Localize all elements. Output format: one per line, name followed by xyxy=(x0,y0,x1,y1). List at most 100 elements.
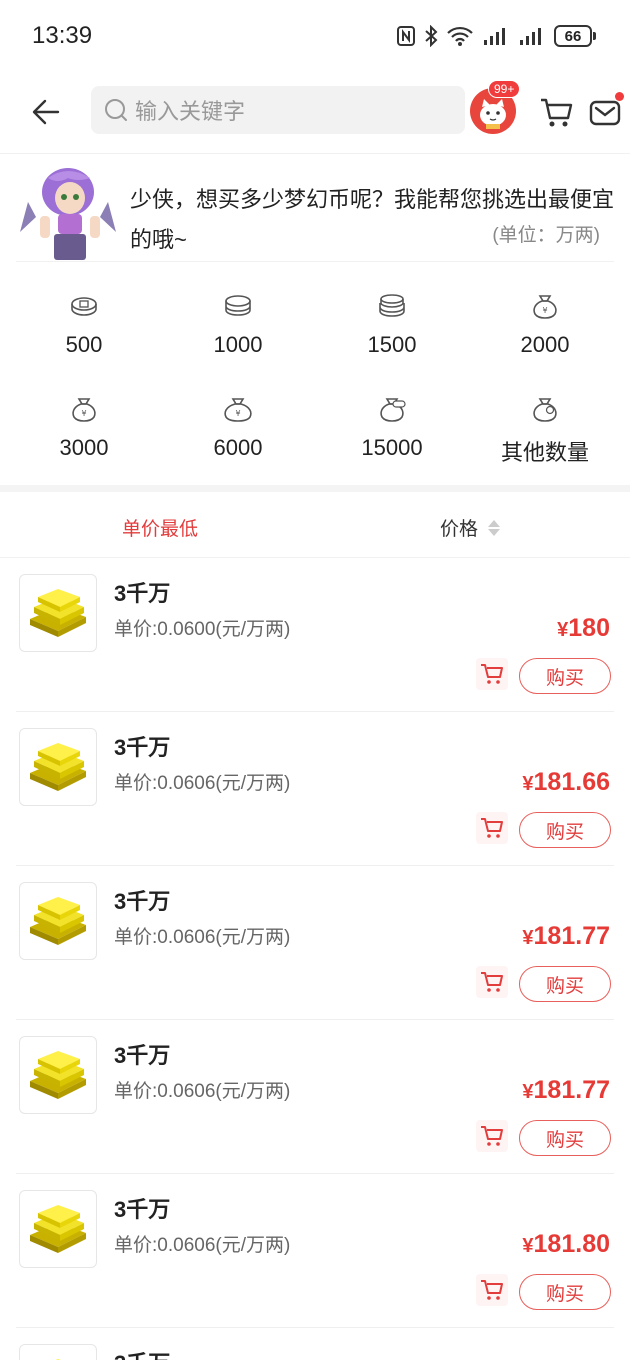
quantity-option-15000[interactable]: 15000 xyxy=(315,377,469,467)
svg-text:¥: ¥ xyxy=(81,409,86,418)
buy-button[interactable]: 购买 xyxy=(519,812,611,848)
svg-text:¥: ¥ xyxy=(542,306,547,315)
quantity-option-3000[interactable]: ¥ 3000 xyxy=(7,377,161,467)
add-to-cart-button[interactable] xyxy=(476,1120,508,1152)
battery-icon: 66 xyxy=(554,25,596,47)
signal-icon-2 xyxy=(520,28,541,45)
sort-bar: 单价最低 价格 xyxy=(0,492,630,558)
currency-symbol: ¥ xyxy=(522,1081,534,1103)
product-price: ¥181.66 xyxy=(522,768,610,797)
status-bar: 13:39 66 xyxy=(0,0,630,72)
wifi-icon xyxy=(447,26,473,46)
search-placeholder: 输入关键字 xyxy=(135,99,246,124)
quantity-grid: 500 1000 1500 ¥ 2000 ¥ 3000 ¥ 6000 15000… xyxy=(0,274,630,480)
product-thumbnail xyxy=(19,1190,97,1268)
gold-bar-icon xyxy=(30,589,86,637)
search-input[interactable]: 输入关键字 xyxy=(91,86,465,134)
add-to-cart-button[interactable] xyxy=(476,966,508,998)
add-to-cart-button[interactable] xyxy=(476,1274,508,1306)
unread-dot xyxy=(615,92,624,101)
add-to-cart-button[interactable] xyxy=(476,812,508,844)
quantity-label: 2000 xyxy=(520,332,570,357)
price-value: 181.77 xyxy=(533,922,610,950)
unit-price: 单价:0.0600(元/万两) xyxy=(114,619,291,640)
quantity-label: 15000 xyxy=(361,435,423,460)
intro-banner: 少侠，想买多少梦幻币呢？我能帮您挑选出最便宜的哦~ (单位：万两) xyxy=(16,156,614,262)
gold-bar-icon xyxy=(30,1205,86,1253)
quantity-label: 500 xyxy=(65,332,103,357)
unit-price: 单价:0.0606(元/万两) xyxy=(114,1235,291,1256)
buy-button[interactable]: 购买 xyxy=(519,966,611,1002)
product-thumbnail xyxy=(19,1036,97,1114)
add-to-cart-icon xyxy=(481,1280,503,1300)
currency-symbol: ¥ xyxy=(522,773,534,795)
product-price: ¥181.77 xyxy=(522,1076,610,1105)
product-row[interactable]: 3千万单价:0.0600(元/万两) ¥180 购买 xyxy=(16,558,614,712)
section-divider xyxy=(0,485,630,492)
product-row[interactable]: 3千万 xyxy=(16,1328,614,1360)
buy-button[interactable]: 购买 xyxy=(519,1120,611,1156)
coin-stack-icon xyxy=(379,294,405,317)
message-button[interactable] xyxy=(588,92,624,132)
sort-by-price[interactable]: 价格 xyxy=(440,514,501,541)
unit-price: 单价:0.0606(元/万两) xyxy=(114,1081,291,1102)
quantity-option-1000[interactable]: 1000 xyxy=(161,274,315,364)
search-icon xyxy=(105,99,127,121)
unit-price: 单价:0.0606(元/万两) xyxy=(114,927,291,948)
product-title: 3千万 xyxy=(114,889,171,914)
status-time: 13:39 xyxy=(32,22,93,49)
unit-price: 单价:0.0606(元/万两) xyxy=(114,773,291,794)
quantity-label: 1000 xyxy=(213,332,263,357)
currency-symbol: ¥ xyxy=(522,1235,534,1257)
quantity-label: 6000 xyxy=(213,435,263,460)
product-list: 3千万 单价:0.0600(元/万两) ¥180 购买 3千万 单价:0.0606(元/万… xyxy=(0,558,630,1360)
cart-button[interactable] xyxy=(536,92,576,132)
add-to-cart-button[interactable] xyxy=(476,658,508,690)
quantity-option-other[interactable]: 其他数量 xyxy=(468,377,622,467)
quantity-label: 3000 xyxy=(59,435,109,460)
mail-icon xyxy=(589,100,621,126)
currency-symbol: ¥ xyxy=(557,619,569,641)
quantity-option-500[interactable]: 500 xyxy=(7,274,161,364)
product-row[interactable]: 3千万 单价:0.0606(元/万两) ¥181.77 购买 xyxy=(16,1020,614,1174)
buy-button[interactable]: 购买 xyxy=(519,658,611,694)
status-icons: 66 xyxy=(396,22,596,50)
back-button[interactable] xyxy=(26,92,66,132)
product-title: 3千万 xyxy=(114,1197,171,1222)
product-thumbnail xyxy=(19,728,97,806)
price-value: 181.80 xyxy=(533,1230,610,1258)
coin-stack-icon xyxy=(225,295,251,316)
battery-level: 66 xyxy=(554,25,592,47)
money-bag-icon xyxy=(380,398,406,422)
quantity-label: 其他数量 xyxy=(500,440,589,465)
money-bag-icon xyxy=(533,398,557,422)
avatar-button[interactable]: 99+ xyxy=(470,80,521,134)
sort-lowest-unit-price[interactable]: 单价最低 xyxy=(122,514,198,541)
add-to-cart-icon xyxy=(481,664,503,684)
product-thumbnail xyxy=(19,574,97,652)
character-mascot-icon xyxy=(20,168,116,260)
quantity-option-2000[interactable]: ¥ 2000 xyxy=(468,274,622,364)
buy-button[interactable]: 购买 xyxy=(519,1274,611,1310)
quantity-option-6000[interactable]: ¥ 6000 xyxy=(161,377,315,467)
quantity-option-1500[interactable]: 1500 xyxy=(315,274,469,364)
price-value: 181.66 xyxy=(533,768,610,796)
product-row[interactable]: 3千万单价:0.0606(元/万两) ¥181.80 购买 xyxy=(16,1174,614,1328)
gold-bar-icon xyxy=(55,1359,61,1360)
unit-note: (单位：万两) xyxy=(492,225,600,246)
add-to-cart-icon xyxy=(481,972,503,992)
header: 输入关键字 99+ xyxy=(0,72,630,154)
product-price: ¥181.80 xyxy=(522,1230,610,1259)
product-thumbnail xyxy=(19,1344,97,1360)
product-row[interactable]: 3千万 单价:0.0606(元/万两) ¥181.66 购买 xyxy=(16,712,614,866)
money-bag-icon: ¥ xyxy=(533,295,557,319)
cart-icon xyxy=(541,98,573,127)
product-title: 3千万 xyxy=(114,581,171,606)
notification-badge: 99+ xyxy=(488,80,521,98)
product-price: ¥180 xyxy=(557,614,610,643)
bluetooth-icon xyxy=(425,25,438,47)
product-row[interactable]: 3千万 单价:0.0606(元/万两) ¥181.77 购买 xyxy=(16,866,614,1020)
signal-icon xyxy=(484,28,505,45)
quantity-label: 1500 xyxy=(367,332,417,357)
add-to-cart-icon xyxy=(481,818,503,838)
